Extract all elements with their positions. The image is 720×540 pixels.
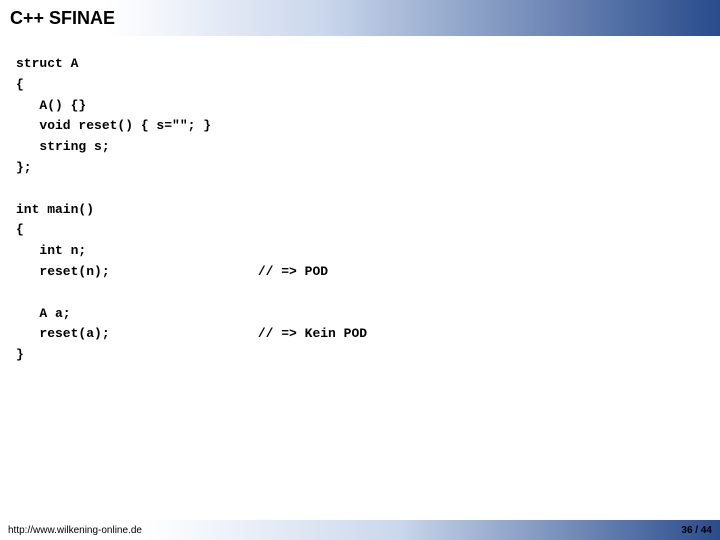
title-bar: C++ SFINAE bbox=[0, 0, 720, 36]
code-block: struct A { A() {} void reset() { s=""; }… bbox=[0, 36, 720, 384]
slide-title: C++ SFINAE bbox=[10, 8, 115, 29]
footer-url: http://www.wilkening-online.de bbox=[8, 525, 142, 536]
page-indicator: 36 / 44 bbox=[681, 525, 712, 536]
footer: http://www.wilkening-online.de 36 / 44 bbox=[0, 520, 720, 540]
page-total: 44 bbox=[701, 525, 712, 536]
page-current: 36 bbox=[681, 525, 692, 536]
